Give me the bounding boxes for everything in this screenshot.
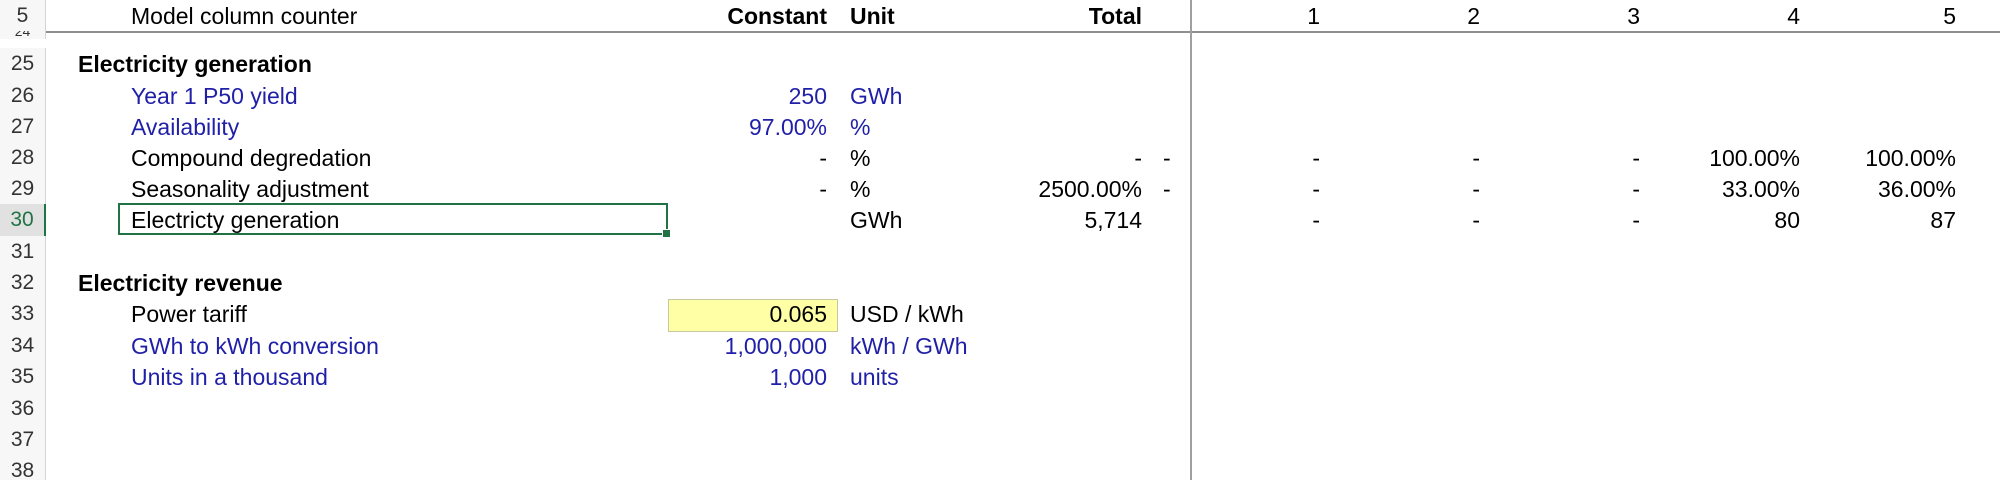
constant-cell[interactable]: 1,000,000 bbox=[680, 330, 827, 362]
constant-cell[interactable]: 0.065 bbox=[680, 298, 827, 330]
constant-cell[interactable]: - bbox=[680, 142, 827, 174]
row-label[interactable]: Year 1 P50 yield bbox=[131, 80, 298, 112]
unit-cell[interactable]: % bbox=[850, 142, 870, 174]
year-4-cell[interactable]: 80 bbox=[1700, 204, 1800, 236]
row-number[interactable]: 25 bbox=[0, 48, 46, 80]
unit-cell[interactable]: % bbox=[850, 111, 870, 143]
year-2-cell[interactable]: - bbox=[1420, 173, 1480, 205]
row-number[interactable]: 36 bbox=[0, 393, 46, 425]
unit-cell[interactable]: % bbox=[850, 173, 870, 205]
year-3-cell[interactable]: - bbox=[1580, 173, 1640, 205]
table-row: 34 GWh to kWh conversion 1,000,000 kWh /… bbox=[0, 330, 2000, 362]
table-row: 28 Compound degredation - % - - - - - 10… bbox=[0, 142, 2000, 174]
table-row: 26 Year 1 P50 yield 250 GWh bbox=[0, 80, 2000, 112]
row-number[interactable]: 29 bbox=[0, 173, 46, 205]
year-1-cell[interactable]: - bbox=[1280, 204, 1320, 236]
header-year-2[interactable]: 2 bbox=[1420, 0, 1480, 32]
row-number[interactable]: 27 bbox=[0, 111, 46, 143]
year-1-cell[interactable]: - bbox=[1280, 142, 1320, 174]
column-divider bbox=[1190, 0, 1192, 480]
unit-cell[interactable]: kWh / GWh bbox=[850, 330, 968, 362]
header-year-3[interactable]: 3 bbox=[1580, 0, 1640, 32]
total-cell[interactable]: 5,714 bbox=[960, 204, 1142, 236]
row-number[interactable]: 34 bbox=[0, 330, 46, 362]
row-label[interactable]: Seasonality adjustment bbox=[131, 173, 369, 205]
row-number[interactable]: 33 bbox=[0, 298, 46, 330]
row-number[interactable]: 28 bbox=[0, 142, 46, 174]
table-row: 33 Power tariff 0.065 USD / kWh bbox=[0, 298, 2000, 330]
row-label[interactable]: Compound degredation bbox=[131, 142, 371, 174]
table-row: 37 bbox=[0, 424, 2000, 456]
header-unit[interactable]: Unit bbox=[850, 0, 895, 32]
spacer-cell[interactable]: - bbox=[1163, 142, 1171, 174]
table-row: 36 bbox=[0, 393, 2000, 425]
table-row: 35 Units in a thousand 1,000 units bbox=[0, 361, 2000, 393]
constant-cell[interactable]: 250 bbox=[680, 80, 827, 112]
table-row: 25 Electricity generation bbox=[0, 48, 2000, 80]
header-year-4[interactable]: 4 bbox=[1700, 0, 1800, 32]
row-label[interactable]: Availability bbox=[131, 111, 239, 143]
header-constant[interactable]: Constant bbox=[680, 0, 827, 32]
year-4-cell[interactable]: 100.00% bbox=[1700, 142, 1800, 174]
row-label[interactable]: Power tariff bbox=[131, 298, 247, 330]
year-2-cell[interactable]: - bbox=[1420, 142, 1480, 174]
row-number[interactable]: 30 bbox=[0, 204, 46, 236]
row-number[interactable]: 35 bbox=[0, 361, 46, 393]
freeze-pane-divider bbox=[46, 31, 2000, 33]
row-label[interactable]: GWh to kWh conversion bbox=[131, 330, 379, 362]
unit-cell[interactable]: GWh bbox=[850, 80, 902, 112]
table-row: 31 bbox=[0, 236, 2000, 268]
unit-cell[interactable]: GWh bbox=[850, 204, 902, 236]
constant-cell[interactable]: 1,000 bbox=[680, 361, 827, 393]
spreadsheet[interactable]: 5 Model column counter Constant Unit Tot… bbox=[0, 0, 2000, 480]
year-5-cell[interactable]: 87 bbox=[1860, 204, 1956, 236]
section-title[interactable]: Electricity generation bbox=[78, 48, 312, 80]
row-number[interactable]: 26 bbox=[0, 80, 46, 112]
header-year-5[interactable]: 5 bbox=[1860, 0, 1956, 32]
year-4-cell[interactable]: 33.00% bbox=[1700, 173, 1800, 205]
selected-cell-outline[interactable] bbox=[118, 203, 671, 238]
year-2-cell[interactable]: - bbox=[1420, 204, 1480, 236]
year-5-cell[interactable]: 36.00% bbox=[1860, 173, 1956, 205]
row-number[interactable]: 24 bbox=[0, 31, 46, 39]
constant-cell[interactable]: 97.00% bbox=[680, 111, 827, 143]
section-title[interactable]: Electricity revenue bbox=[78, 267, 283, 299]
header-total[interactable]: Total bbox=[960, 0, 1142, 32]
row-number[interactable]: 31 bbox=[0, 236, 46, 268]
year-5-cell[interactable]: 100.00% bbox=[1860, 142, 1956, 174]
year-3-cell[interactable]: - bbox=[1580, 204, 1640, 236]
table-row: 27 Availability 97.00% % bbox=[0, 111, 2000, 143]
header-year-1[interactable]: 1 bbox=[1280, 0, 1320, 32]
spacer-cell[interactable]: - bbox=[1163, 173, 1171, 205]
row-number[interactable]: 32 bbox=[0, 267, 46, 299]
table-row: 32 Electricity revenue bbox=[0, 267, 2000, 299]
header-label[interactable]: Model column counter bbox=[131, 0, 357, 32]
row-number[interactable]: 5 bbox=[0, 0, 46, 32]
unit-cell[interactable]: USD / kWh bbox=[850, 298, 964, 330]
total-cell[interactable]: 2500.00% bbox=[960, 173, 1142, 205]
unit-cell[interactable]: units bbox=[850, 361, 899, 393]
table-row: 29 Seasonality adjustment - % 2500.00% -… bbox=[0, 173, 2000, 205]
constant-cell[interactable]: - bbox=[680, 173, 827, 205]
row-number[interactable]: 37 bbox=[0, 424, 46, 456]
row-label[interactable]: Units in a thousand bbox=[131, 361, 328, 393]
row-number[interactable]: 38 bbox=[0, 455, 46, 480]
year-3-cell[interactable]: - bbox=[1580, 142, 1640, 174]
table-row: 38 bbox=[0, 455, 2000, 480]
year-1-cell[interactable]: - bbox=[1280, 173, 1320, 205]
header-row: 5 Model column counter Constant Unit Tot… bbox=[0, 0, 2000, 32]
total-cell[interactable]: - bbox=[960, 142, 1142, 174]
